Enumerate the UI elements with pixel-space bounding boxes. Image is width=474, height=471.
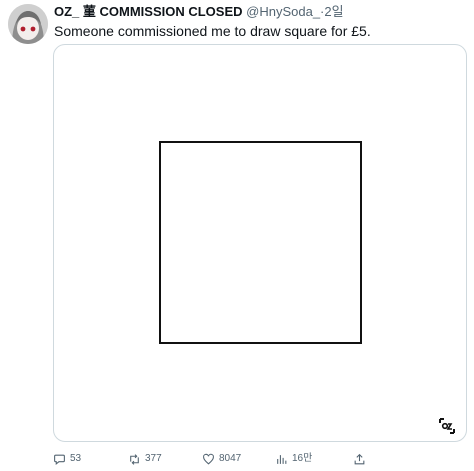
like-count: 8047 [219, 453, 242, 464]
post-time[interactable]: 2일 [324, 4, 343, 19]
avatar[interactable] [8, 4, 48, 44]
tweet-image[interactable] [53, 44, 467, 442]
comment-icon [54, 454, 65, 465]
artist-signature-logo [439, 418, 455, 434]
author-handle[interactable]: @HnySoda_ [246, 4, 320, 19]
retweet-count: 377 [145, 453, 162, 464]
views-button[interactable]: 16만 [275, 450, 312, 468]
share-button[interactable] [353, 450, 366, 468]
view-count: 16만 [292, 453, 313, 464]
bar-chart-icon [277, 454, 287, 464]
like-button[interactable]: 8047 [202, 450, 241, 468]
author-name[interactable]: OZ_ 菫 COMMISSION CLOSED [54, 4, 243, 19]
share-icon [354, 453, 365, 464]
heart-icon [203, 453, 214, 465]
avatar-illustration [8, 4, 48, 44]
retweet-icon [130, 453, 139, 465]
tweet-header: OZ_ 菫 COMMISSION CLOSED @HnySoda_·2일 [54, 4, 468, 20]
reply-button[interactable]: 53 [53, 450, 81, 468]
retweet-button[interactable]: 377 [128, 450, 162, 468]
tweet-text: Someone commissioned me to draw square f… [54, 23, 371, 39]
reply-count: 53 [70, 453, 82, 464]
drawn-square [159, 141, 362, 344]
tweet-actions: 53 377 8047 16만 [53, 450, 467, 468]
